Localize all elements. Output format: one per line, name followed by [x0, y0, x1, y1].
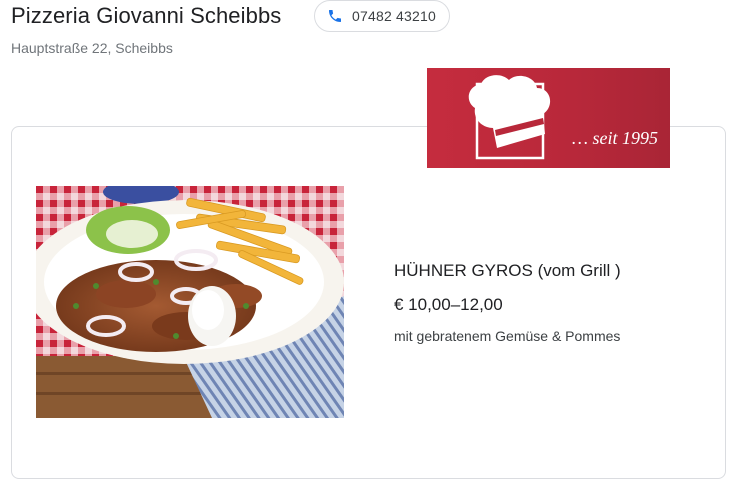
- gyros-plate-photo: [36, 186, 344, 418]
- call-button[interactable]: 07482 43210: [314, 0, 450, 32]
- restaurant-logo: [427, 68, 670, 168]
- menu-item-description: mit gebratenem Gemüse & Pommes: [394, 328, 621, 344]
- phone-icon: [327, 8, 343, 24]
- business-name: Pizzeria Giovanni Scheibbs: [11, 3, 282, 28]
- phone-number: 07482 43210: [352, 8, 436, 24]
- business-address: Hauptstraße 22, Scheibbs: [11, 40, 173, 56]
- logo-tagline: … seit 1995: [572, 128, 659, 148]
- chef-hat-icon: [468, 75, 551, 160]
- menu-item-price: € 10,00–12,00: [394, 295, 503, 314]
- menu-item-name: HÜHNER GYROS (vom Grill ): [394, 261, 621, 280]
